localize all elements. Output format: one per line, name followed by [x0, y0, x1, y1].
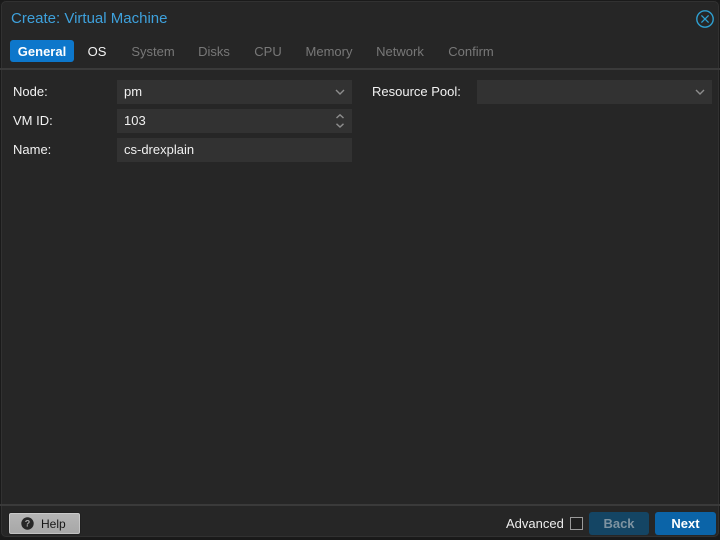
svg-text:?: ?: [25, 519, 31, 529]
